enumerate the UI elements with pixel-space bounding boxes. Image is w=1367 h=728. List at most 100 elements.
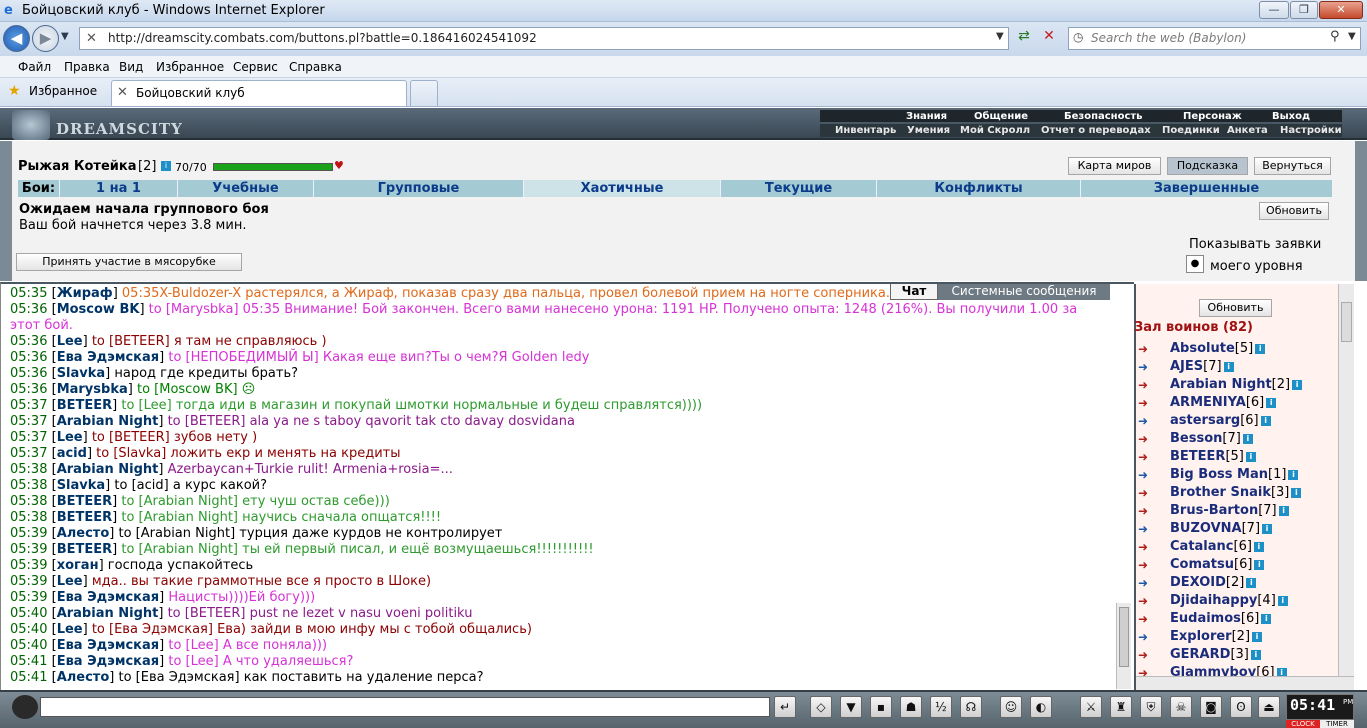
subnav-transfers[interactable]: Отчет о переводах — [1041, 125, 1151, 136]
search-input[interactable]: Search the web (Babylon) — [1068, 27, 1361, 50]
chat-time[interactable]: 05:39 — [10, 590, 47, 605]
chat-recipient[interactable]: to [Arabian Night] — [121, 494, 238, 509]
roster-player[interactable]: ➜ Absolute[5] i — [1138, 341, 1318, 359]
roster-player[interactable]: ➜ Arabian Night[2] i — [1138, 377, 1318, 395]
player-info-icon[interactable]: i — [1242, 434, 1253, 444]
chat-time[interactable]: 05:40 — [10, 638, 47, 653]
forward-button[interactable]: ▶ — [32, 25, 59, 52]
roster-player[interactable]: ➜ astersarg[6] i — [1138, 413, 1318, 431]
new-tab-button[interactable] — [410, 80, 438, 106]
chat-nick[interactable]: BETEER — [57, 510, 112, 525]
chat-nick[interactable]: Алесто — [57, 670, 110, 685]
tab-training[interactable]: Учебные — [178, 180, 314, 197]
player-info-icon[interactable]: i — [1253, 542, 1264, 552]
nav-communication[interactable]: Общение — [974, 111, 1028, 122]
subnav-profile[interactable]: Анкета — [1227, 125, 1268, 136]
chat-recipient[interactable]: to [Arabian Night] — [121, 510, 238, 525]
player-info-icon[interactable]: i — [161, 161, 171, 171]
nav-knowledge[interactable]: Знания — [906, 111, 947, 122]
timer-label[interactable]: TIMER — [1320, 720, 1354, 728]
send-icon[interactable]: ↵ — [774, 696, 796, 718]
chat-time[interactable]: 05:36 — [10, 350, 47, 365]
roster-player[interactable]: ➜ Brother Snaik[3] i — [1138, 485, 1318, 503]
exit-icon[interactable]: ⏏ — [1258, 696, 1280, 718]
player-name[interactable]: Explorer — [1170, 629, 1232, 644]
player-name[interactable]: Catalanc — [1170, 539, 1234, 554]
chat-nick[interactable]: Moscow BK — [57, 302, 140, 317]
player-info-icon[interactable]: i — [1266, 398, 1277, 408]
chat-nick[interactable]: BETEER — [57, 494, 112, 509]
menu-view[interactable]: Вид — [119, 60, 143, 74]
my-level-radio[interactable]: ● — [1186, 255, 1204, 273]
roster-player[interactable]: ➜ Catalanc[6] i — [1138, 539, 1318, 557]
player-name[interactable]: ARMENIYA — [1170, 395, 1246, 410]
chat-time[interactable]: 05:38 — [10, 510, 47, 525]
chat-recipient[interactable]: to [Lee] — [168, 654, 218, 669]
player-info-icon[interactable]: i — [1254, 560, 1265, 570]
address-dropdown-icon[interactable]: ▼ — [996, 31, 1004, 42]
shield-icon[interactable]: ⛨ — [1140, 696, 1162, 718]
run-icon[interactable]: ☗ — [900, 696, 922, 718]
chat-nick[interactable]: Marysbka — [57, 382, 128, 397]
roster-player[interactable]: ➜ Brus-Barton[7] i — [1138, 503, 1318, 521]
roster-player[interactable]: ➜ DEXOID[2] i — [1138, 575, 1318, 593]
roster-player[interactable]: ➜ AJES[7] i — [1138, 359, 1318, 377]
chat-mode-icon[interactable] — [12, 695, 38, 719]
chat-scroll-thumb[interactable] — [1119, 607, 1129, 667]
chat-time[interactable]: 05:37 — [10, 446, 47, 461]
chat-recipient[interactable]: to [Slavka] — [96, 446, 166, 461]
history-dropdown-icon[interactable]: ▼ — [61, 31, 69, 42]
player-info-icon[interactable]: i — [1245, 452, 1256, 462]
smile-icon[interactable]: ☺ — [1000, 696, 1022, 718]
join-battle-button[interactable]: Принять участие в мясорубке — [16, 253, 242, 271]
chat-recipient[interactable]: to [Lee] — [121, 398, 171, 413]
return-button[interactable]: Вернуться — [1254, 157, 1331, 175]
player-info-icon[interactable]: i — [1291, 488, 1302, 498]
chat-recipient[interactable]: to [BETEER] — [168, 414, 246, 429]
player-name[interactable]: Рыжая Котейка — [18, 159, 136, 174]
chat-time[interactable]: 05:36 — [10, 382, 47, 397]
chat-nick[interactable]: Slavka — [57, 366, 105, 381]
roster-player[interactable]: ➜ BETEER[5] i — [1138, 449, 1318, 467]
roster-player[interactable]: ➜ Comatsu[6] i — [1138, 557, 1318, 575]
player-info-icon[interactable]: i — [1278, 506, 1289, 516]
eraser-icon[interactable]: ◇ — [810, 696, 832, 718]
chat-nick[interactable]: Ева Эдэмская — [57, 654, 159, 669]
player-name[interactable]: AJES — [1170, 359, 1203, 374]
nav-character[interactable]: Персонаж — [1183, 111, 1242, 122]
player-name[interactable]: astersarg — [1170, 413, 1240, 428]
player-info-icon[interactable]: i — [1277, 596, 1288, 606]
hint-button[interactable]: Подсказка — [1167, 157, 1248, 175]
chat-time[interactable]: 05:40 — [10, 606, 47, 621]
chat-recipient[interactable]: to [BETEER] — [92, 334, 170, 349]
player-name[interactable]: GERARD — [1170, 647, 1230, 662]
chat-scrollbar[interactable] — [1116, 603, 1131, 689]
player-name[interactable]: Besson — [1170, 431, 1222, 446]
skull-icon[interactable]: ☠ — [1170, 696, 1192, 718]
nav-security[interactable]: Безопасность — [1064, 111, 1143, 122]
maximize-button[interactable]: ❐ — [1290, 1, 1318, 19]
stop-icon[interactable]: ✕ — [1038, 28, 1060, 49]
roster-player[interactable]: ➜ Eudaimos[6] i — [1138, 611, 1318, 629]
chat-nick[interactable]: Lee — [57, 430, 83, 445]
subnav-settings[interactable]: Настройки — [1280, 125, 1342, 136]
roster-player[interactable]: ➜ Besson[7] i — [1138, 431, 1318, 449]
chat-time[interactable]: 05:38 — [10, 462, 47, 477]
sword-icon[interactable]: ⚔ — [1080, 696, 1102, 718]
tab-group[interactable]: Групповые — [314, 180, 524, 197]
roster-scrollbar[interactable] — [1338, 284, 1354, 676]
roster-player[interactable]: ➜ Big Boss Man[1] i — [1138, 467, 1318, 485]
chat-nick[interactable]: Ева Эдэмская — [57, 350, 159, 365]
chat-nick[interactable]: Ева Эдэмская — [57, 590, 159, 605]
tab-conflicts[interactable]: Конфликты — [877, 180, 1081, 197]
player-info-icon[interactable]: i — [1261, 614, 1272, 624]
panel-refresh-button[interactable]: Обновить — [1259, 202, 1329, 220]
chat-time[interactable]: 05:37 — [10, 414, 47, 429]
fraction-icon[interactable]: ½ — [930, 696, 952, 718]
chat-recipient[interactable]: to [НЕПОБЕДИМЫЙ Ы] — [168, 350, 318, 365]
chat-time[interactable]: 05:39 — [10, 558, 47, 573]
player-name[interactable]: Big Boss Man — [1170, 467, 1268, 482]
chat-time[interactable]: 05:38 — [10, 494, 47, 509]
player-info-icon[interactable]: i — [1292, 380, 1303, 390]
chat-time[interactable]: 05:38 — [10, 478, 47, 493]
